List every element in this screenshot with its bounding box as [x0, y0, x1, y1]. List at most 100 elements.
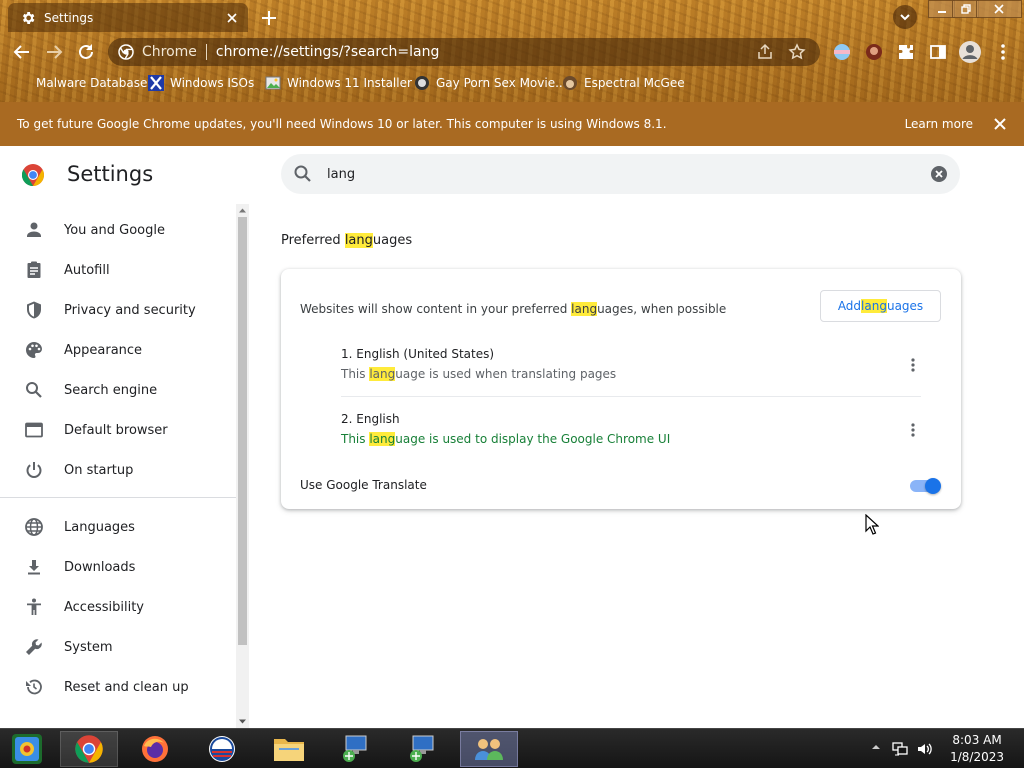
- taskbar-clock[interactable]: 8:03 AM 1/8/2023: [950, 732, 1004, 766]
- search-input[interactable]: [327, 166, 930, 182]
- toggle-knob: [925, 478, 941, 494]
- languages-card: Websites will show content in your prefe…: [281, 269, 961, 509]
- language-row: 2. English This language is used to disp…: [341, 404, 921, 460]
- network-icon[interactable]: [892, 741, 908, 757]
- bookmark-label: Windows 11 Installer: [287, 76, 412, 90]
- star-icon[interactable]: [788, 43, 806, 61]
- menu-kebab-icon[interactable]: [993, 42, 1013, 62]
- network-computer-icon: [410, 735, 434, 762]
- language-subtitle: This language is used to display the Goo…: [341, 432, 670, 446]
- start-button[interactable]: [0, 731, 54, 767]
- extensions-puzzle-icon[interactable]: [896, 42, 916, 62]
- folder-icon: [274, 739, 304, 761]
- sidebar-item-system[interactable]: System: [0, 627, 236, 667]
- restore-button[interactable]: [952, 0, 979, 18]
- sidebar-item-label: Appearance: [64, 342, 143, 358]
- share-icon[interactable]: [756, 43, 774, 61]
- chevron-down-icon: [900, 14, 910, 21]
- sidebar-item-label: Downloads: [64, 559, 136, 575]
- sidebar-item-label: Default browser: [64, 422, 168, 438]
- taskbar-network-app-2[interactable]: [394, 731, 452, 767]
- language-more-button[interactable]: [903, 355, 923, 375]
- wrench-icon: [26, 639, 42, 655]
- section-title: Preferred languages: [281, 233, 412, 248]
- globe-icon: [25, 518, 43, 536]
- sidebar-item-search-engine[interactable]: Search engine: [0, 370, 236, 410]
- obama-logo-icon: [209, 736, 235, 762]
- window-close-button[interactable]: [976, 0, 1022, 18]
- site-favicon-icon: [415, 76, 429, 90]
- taskbar-users-app[interactable]: [460, 731, 518, 767]
- sidebar-item-privacy[interactable]: Privacy and security: [0, 290, 236, 330]
- sidebar-item-on-startup[interactable]: On startup: [0, 450, 236, 490]
- bookmark-item[interactable]: Espectral McGee: [562, 75, 685, 91]
- minimize-button[interactable]: [928, 0, 955, 18]
- new-tab-icon[interactable]: [258, 7, 280, 29]
- google-translate-toggle[interactable]: [910, 478, 942, 494]
- tab-search-button[interactable]: [893, 5, 917, 29]
- forward-button[interactable]: [43, 41, 65, 63]
- reload-icon: [79, 44, 93, 59]
- bookmarks-bar: Malware Database Windows ISOs Windows 11…: [0, 73, 1024, 95]
- restore-icon: [960, 4, 971, 14]
- side-panel-icon[interactable]: [928, 42, 948, 62]
- extension-avatar-icon[interactable]: [864, 42, 884, 62]
- sidebar-scrollbar[interactable]: [236, 204, 249, 728]
- more-vert-icon: [911, 358, 915, 372]
- bookmark-item[interactable]: Windows ISOs: [148, 75, 254, 91]
- taskbar-network-app-1[interactable]: [327, 731, 385, 767]
- sidebar-item-downloads[interactable]: Downloads: [0, 547, 236, 587]
- scroll-up-icon[interactable]: [238, 206, 247, 215]
- tab-close-icon[interactable]: [224, 10, 240, 26]
- taskbar-file-explorer[interactable]: [260, 731, 318, 767]
- taskbar-firefox[interactable]: [126, 731, 184, 767]
- tab-settings[interactable]: Settings: [8, 3, 248, 32]
- sidebar-item-languages[interactable]: Languages: [0, 507, 236, 547]
- language-more-button[interactable]: [903, 420, 923, 440]
- taskbar-obama-app[interactable]: [193, 731, 251, 767]
- sidebar-item-label: System: [64, 639, 113, 655]
- back-button[interactable]: [11, 41, 33, 63]
- bookmark-item[interactable]: Windows 11 Installer: [265, 75, 412, 91]
- sidebar-item-label: Accessibility: [64, 599, 144, 615]
- search-icon: [26, 382, 42, 398]
- clock-date: 1/8/2023: [950, 750, 1004, 764]
- start-icon: [12, 734, 42, 764]
- sidebar-item-you-and-google[interactable]: You and Google: [0, 210, 236, 250]
- scroll-down-icon[interactable]: [238, 717, 247, 726]
- profile-flag-icon[interactable]: [832, 42, 852, 62]
- bookmark-item[interactable]: Gay Porn Sex Movie...: [414, 75, 567, 91]
- add-languages-button[interactable]: Add lang uages: [820, 290, 941, 322]
- download-icon: [28, 560, 40, 575]
- sidebar-item-label: Autofill: [64, 262, 110, 278]
- sidebar-item-default-browser[interactable]: Default browser: [0, 410, 236, 450]
- sidebar-item-reset[interactable]: Reset and clean up: [0, 667, 236, 707]
- address-bar[interactable]: Chrome chrome://settings/?search=lang: [108, 38, 820, 66]
- sidebar-item-accessibility[interactable]: Accessibility: [0, 587, 236, 627]
- reload-button[interactable]: [75, 41, 97, 63]
- taskbar-chrome[interactable]: [60, 731, 118, 767]
- browser-frame: Settings Chrome chrome://settings/?searc…: [0, 0, 1024, 102]
- close-icon[interactable]: [993, 117, 1007, 131]
- chrome-icon: [118, 44, 134, 60]
- arrow-right-icon: [47, 45, 63, 59]
- tray-expand-icon[interactable]: [871, 742, 881, 752]
- scrollbar-thumb[interactable]: [238, 217, 247, 645]
- search-highlight: lang: [571, 302, 598, 316]
- site-name: Chrome: [142, 44, 197, 60]
- clear-search-icon[interactable]: [930, 165, 948, 183]
- url-text[interactable]: chrome://settings/?search=lang: [216, 44, 756, 60]
- profile-icon[interactable]: [958, 40, 982, 64]
- sidebar-item-label: You and Google: [64, 222, 165, 238]
- sidebar-item-appearance[interactable]: Appearance: [0, 330, 236, 370]
- power-icon: [26, 462, 42, 478]
- ghost-face-icon: [563, 76, 577, 90]
- tab-title: Settings: [44, 10, 94, 25]
- learn-more-link[interactable]: Learn more: [905, 117, 973, 131]
- bookmark-item[interactable]: Malware Database: [14, 75, 147, 91]
- sidebar-item-autofill[interactable]: Autofill: [0, 250, 236, 290]
- settings-search[interactable]: [281, 154, 960, 194]
- volume-icon[interactable]: [916, 741, 932, 757]
- button-text: uages: [886, 299, 924, 313]
- bookmark-label: Malware Database: [36, 76, 148, 90]
